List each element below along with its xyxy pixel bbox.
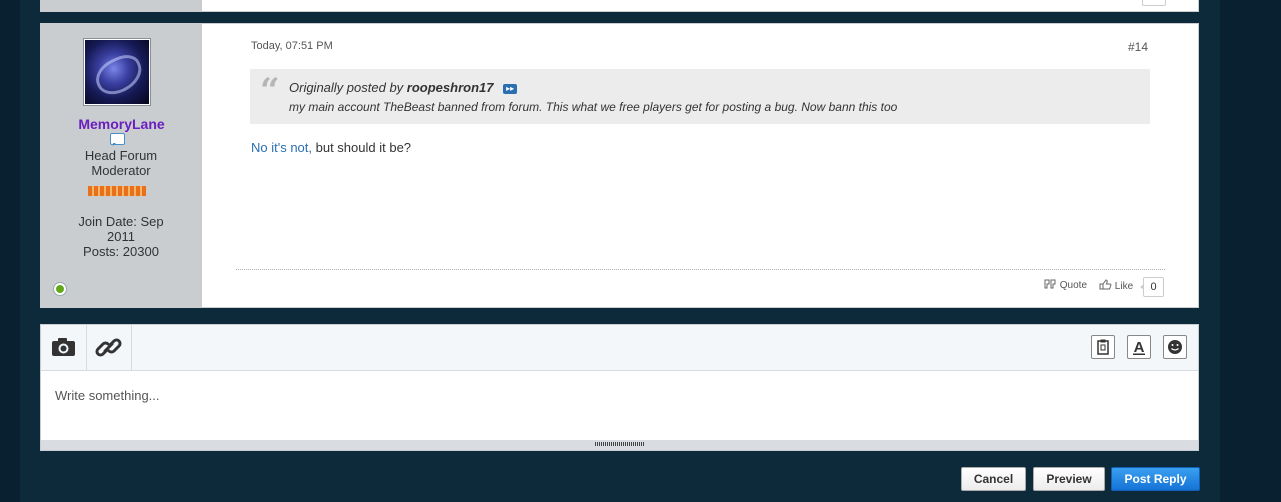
post-count: Posts: 20300 — [83, 244, 159, 259]
post-date: Today, 07:51 PM — [251, 40, 333, 52]
post-userinfo: MemoryLane Head Forum Moderator Join Dat… — [41, 24, 202, 307]
post-body-link[interactable]: No it's not, — [251, 140, 312, 155]
join-date-line2: 2011 — [107, 229, 135, 244]
link-icon — [95, 338, 122, 357]
user-title: Head Forum Moderator — [61, 148, 181, 178]
previous-post-like-count[interactable] — [1142, 0, 1166, 6]
svg-text:A: A — [1134, 339, 1145, 356]
paste-button[interactable] — [1091, 335, 1115, 359]
smiley-icon — [1168, 340, 1182, 354]
thumbs-up-icon — [1099, 279, 1112, 290]
quote-text: my main account TheBeast banned from for… — [289, 100, 898, 114]
join-date: Join Date: Sep 2011 — [61, 214, 181, 244]
text-format-button[interactable]: A — [1127, 335, 1151, 359]
editor-input[interactable]: Write something... — [55, 388, 160, 403]
page-left-edge — [0, 0, 20, 502]
previous-post-userinfo — [41, 0, 202, 11]
quote-button[interactable]: Quote — [1044, 279, 1087, 291]
post-number[interactable]: #14 — [1128, 40, 1148, 54]
quote-header: Originally posted by roopeshron17 ▸▸ — [289, 80, 518, 95]
quote-mark-icon: “ — [260, 71, 280, 111]
editor-toolbar: A — [41, 325, 1198, 371]
like-count: 0 — [1140, 277, 1164, 297]
cancel-button[interactable]: Cancel — [961, 467, 1026, 491]
join-date-line1: Join Date: Sep — [78, 214, 164, 229]
quote-block: “ Originally posted by roopeshron17 ▸▸ m… — [250, 69, 1150, 124]
online-status-icon — [54, 283, 66, 295]
post-divider — [236, 269, 1165, 270]
avatar[interactable] — [84, 39, 150, 105]
like-button[interactable]: Like — [1099, 279, 1133, 292]
view-post-icon[interactable]: ▸▸ — [503, 83, 518, 94]
post-reply-button[interactable]: Post Reply — [1111, 467, 1200, 491]
text-format-icon: A — [1133, 339, 1145, 356]
reputation-bar — [88, 186, 146, 196]
quote-author: roopeshron17 — [406, 80, 494, 95]
insert-image-button[interactable] — [41, 325, 87, 370]
camera-icon — [52, 338, 75, 356]
user-title-line2: Moderator — [91, 163, 151, 178]
quote-label: Quote — [1059, 280, 1088, 291]
quote-prefix: Originally posted by — [289, 80, 404, 95]
private-message-icon[interactable] — [110, 133, 125, 146]
clipboard-icon — [1097, 339, 1109, 355]
previous-post — [40, 0, 1199, 12]
page-right-edge — [1220, 0, 1281, 502]
post-content: Today, 07:51 PM #14 “ Originally posted … — [202, 24, 1198, 307]
forum-post: MemoryLane Head Forum Moderator Join Dat… — [40, 23, 1199, 308]
reply-editor: A Write something... — [40, 324, 1199, 451]
emoji-button[interactable] — [1163, 335, 1187, 359]
username[interactable]: MemoryLane — [41, 116, 202, 132]
quote-icon — [1044, 279, 1056, 289]
preview-button[interactable]: Preview — [1033, 467, 1105, 491]
resize-grip-icon[interactable] — [595, 442, 645, 446]
user-title-line1: Head Forum — [84, 148, 158, 163]
post-body: No it's not, but should it be? — [251, 140, 411, 155]
like-label: Like — [1114, 281, 1134, 292]
insert-link-button[interactable] — [86, 325, 132, 370]
post-body-text: but should it be? — [312, 140, 412, 155]
